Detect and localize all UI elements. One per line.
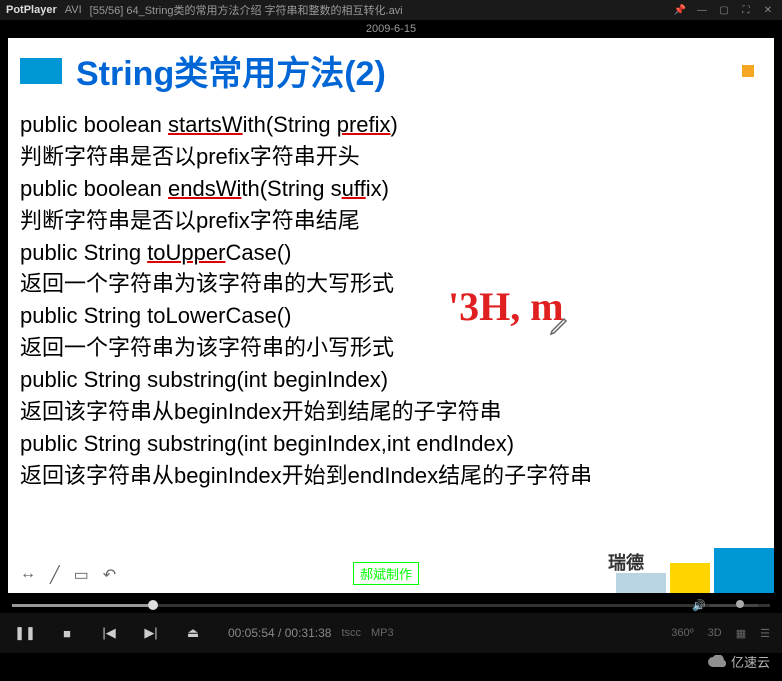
next-button[interactable]: ▶|	[138, 620, 164, 646]
watermark: 亿速云	[707, 652, 770, 671]
pause-button[interactable]: ❚❚	[12, 620, 38, 646]
date-bar: 2009-6-15	[0, 20, 782, 38]
undo-icon[interactable]: ↶	[103, 565, 116, 585]
menu-icon[interactable]: ☰	[760, 627, 770, 640]
3d-button[interactable]: 3D	[708, 627, 722, 639]
handwritten-annotation: '3H, m	[448, 283, 564, 330]
rect-icon[interactable]: ▭	[74, 565, 89, 585]
orange-decoration	[742, 65, 754, 77]
code-block: public boolean startsWith(String prefix)…	[20, 109, 762, 492]
pen-cursor-icon	[548, 313, 572, 342]
grid-icon[interactable]: ▦	[736, 627, 746, 640]
volume-thumb[interactable]	[736, 600, 744, 608]
time-display: 00:05:54 / 00:31:38	[228, 626, 331, 640]
eject-button[interactable]: ⏏	[180, 620, 206, 646]
prev-button[interactable]: |◀	[96, 620, 122, 646]
maximize-icon[interactable]: ▢	[716, 2, 732, 18]
title-bar: PotPlayer AVI [55/56] 64_String类的常用方法介绍 …	[0, 0, 782, 20]
volume-slider[interactable]	[710, 604, 758, 607]
slide-content: String类常用方法(2) public boolean startsWith…	[8, 38, 774, 500]
360-button[interactable]: 360º	[671, 627, 693, 639]
format-badge[interactable]: AVI	[65, 4, 82, 16]
stop-button[interactable]: ■	[54, 620, 80, 646]
app-name: PotPlayer	[6, 4, 57, 16]
video-codec[interactable]: tscc	[341, 627, 361, 639]
slide-title: String类常用方法(2)	[76, 46, 386, 95]
volume-icon[interactable]: 🔊	[692, 599, 706, 612]
progress-bar[interactable]: 🔊	[12, 597, 770, 613]
control-bar: ❚❚ ■ |◀ ▶| ⏏ 00:05:54 / 00:31:38 tscc MP…	[0, 613, 782, 653]
blue-decoration	[20, 58, 62, 84]
footer-decoration	[616, 548, 774, 593]
close-icon[interactable]: ✕	[760, 2, 776, 18]
pin-icon[interactable]: 📌	[672, 2, 688, 18]
video-area[interactable]: String类常用方法(2) public boolean startsWith…	[8, 38, 774, 593]
arrow-icon[interactable]: ↔	[20, 565, 36, 585]
file-title: [55/56] 64_String类的常用方法介绍 字符串和整数的相互转化.av…	[90, 2, 666, 18]
minimize-icon[interactable]: —	[694, 2, 710, 18]
credit-label: 郝斌制作	[353, 562, 419, 585]
overlay-controls: ↔ ╱ ▭ ↶	[20, 565, 116, 585]
progress-thumb[interactable]	[148, 600, 158, 610]
pen-icon[interactable]: ╱	[50, 565, 60, 585]
fullscreen-icon[interactable]: ⛶	[738, 2, 754, 18]
audio-codec[interactable]: MP3	[371, 627, 394, 639]
